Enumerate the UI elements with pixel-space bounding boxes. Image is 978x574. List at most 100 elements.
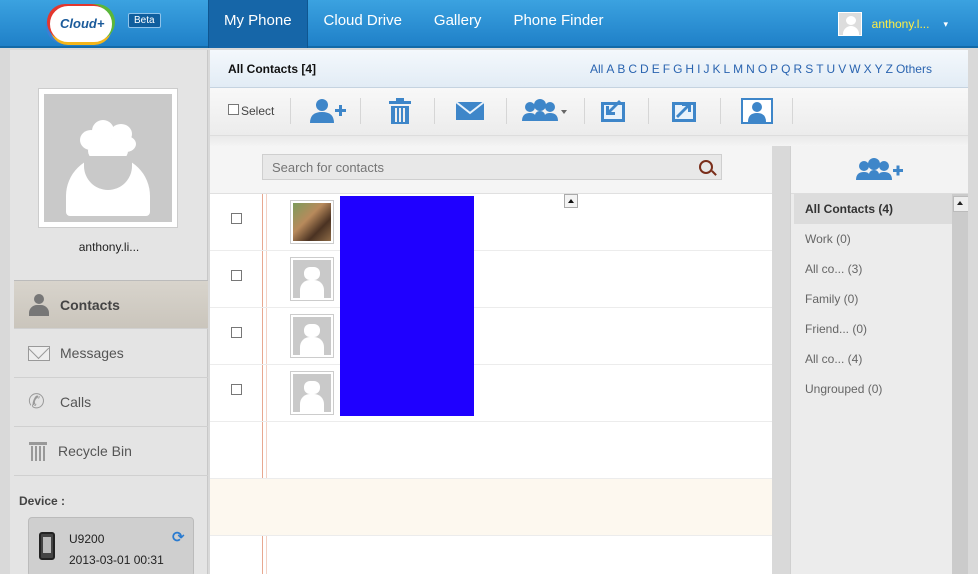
alpha-filter-n[interactable]: N [746,62,755,76]
sidebar-item-contacts[interactable]: Contacts [14,280,208,329]
groups-scrollbar[interactable] [952,194,969,574]
beta-badge: Beta [128,13,161,28]
profile-picture[interactable] [38,88,178,228]
alpha-filter-h[interactable]: H [685,62,694,76]
alpha-filter-c[interactable]: C [628,62,637,76]
row-checkbox[interactable] [231,384,242,395]
messages-icon [28,345,50,361]
sync-icon[interactable]: ⟳ [172,528,185,546]
row-checkbox[interactable] [231,213,242,224]
scroll-up-button[interactable] [564,194,578,208]
alpha-filter-p[interactable]: P [770,62,778,76]
nav-phone-finder[interactable]: Phone Finder [497,0,619,48]
alpha-filter-l[interactable]: L [723,62,730,76]
select-all[interactable]: Select [228,103,274,118]
alpha-filter-all[interactable]: All [590,62,603,76]
table-row[interactable] [210,194,772,251]
alpha-filter-q[interactable]: Q [781,62,790,76]
search-area [210,146,772,194]
contacts-icon [28,293,50,316]
alpha-filter-s[interactable]: S [805,62,813,76]
alpha-filter-e[interactable]: E [652,62,660,76]
table-row[interactable] [210,308,772,365]
group-item[interactable]: Work (0) [794,224,952,254]
alpha-filter-d[interactable]: D [640,62,649,76]
add-group-icon [856,157,903,180]
alpha-filter-x[interactable]: X [864,62,872,76]
contact-photo [290,200,334,244]
alpha-filter-i[interactable]: I [697,62,700,76]
alpha-filter-m[interactable]: M [733,62,743,76]
alpha-filter-others[interactable]: Others [896,62,932,76]
main-nav: My Phone Cloud Drive Gallery Phone Finde… [208,0,620,48]
alpha-filter-o[interactable]: O [758,62,767,76]
contacts-list [210,194,772,574]
alpha-filter-z[interactable]: Z [886,62,893,76]
alpha-filter-r[interactable]: R [794,62,803,76]
alpha-filter-v[interactable]: V [838,62,846,76]
alpha-filter-w[interactable]: W [849,62,860,76]
group-item[interactable]: Family (0) [794,284,952,314]
side-menu: Contacts Messages ✆ Calls Recycle Bin [14,280,208,476]
select-all-checkbox[interactable] [228,103,239,115]
device-model: U9200 [69,532,105,546]
group-item[interactable]: All Contacts (4) [794,194,952,224]
chevron-down-icon[interactable]: ▾ [943,19,948,30]
user-name[interactable]: anthony.l... [872,17,930,31]
alpha-filter-t[interactable]: T [816,62,823,76]
nav-my-phone[interactable]: My Phone [208,0,308,48]
nav-gallery[interactable]: Gallery [418,0,498,48]
default-avatar-icon [293,317,331,355]
alpha-filter-j[interactable]: J [703,62,709,76]
nav-cloud-drive[interactable]: Cloud Drive [308,0,418,48]
contact-avatar [290,314,334,358]
alpha-filter-y[interactable]: Y [875,62,883,76]
search-box[interactable] [262,154,722,180]
empty-row [210,422,772,479]
group-item[interactable]: All co... (3) [794,254,952,284]
alphabet-filter: All A B C D E F G H I J K L M N O P Q R S T U V W X Y Z Others [590,62,935,76]
delete-button[interactable] [382,96,418,126]
sidebar-item-recycle-bin[interactable]: Recycle Bin [14,427,208,476]
cloud-plus-logo[interactable]: Cloud+ [50,4,112,44]
sidebar-item-messages[interactable]: Messages [14,329,208,378]
import-button[interactable] [598,96,628,126]
device-card[interactable]: U9200 2013-03-01 00:31 ⟳ [28,517,194,574]
default-avatar-icon [293,260,331,298]
alpha-filter-u[interactable]: U [827,62,836,76]
sidebar-item-label: Contacts [60,296,120,313]
add-contact-button[interactable] [306,96,350,126]
search-input[interactable] [263,155,683,179]
groups-panel: All Contacts (4) Work (0) All co... (3) … [790,146,969,574]
alpha-filter-g[interactable]: G [673,62,682,76]
alpha-filter-f[interactable]: F [663,62,670,76]
table-row[interactable] [210,251,772,308]
group-item[interactable]: All co... (4) [794,344,952,374]
device-label: Device : [19,494,66,508]
alpha-filter-k[interactable]: K [712,62,720,76]
export-button[interactable] [669,96,699,126]
toolbar-divider [210,136,968,146]
table-row[interactable] [210,365,772,422]
alpha-filter-b[interactable]: B [617,62,625,76]
contact-card-button[interactable] [740,96,774,126]
recycle-bin-icon [28,440,48,462]
contact-avatar [290,257,334,301]
import-icon [601,100,625,122]
empty-row [210,479,772,536]
group-icon [522,99,567,121]
sidebar-item-calls[interactable]: ✆ Calls [14,378,208,427]
search-icon[interactable] [699,160,713,174]
row-checkbox[interactable] [231,327,242,338]
add-group-button[interactable] [791,146,969,194]
group-menu-button[interactable] [520,96,570,126]
profile-name: anthony.li... [78,240,140,254]
alpha-filter-a[interactable]: A [606,62,614,76]
group-item[interactable]: Friend... (0) [794,314,952,344]
group-item[interactable]: Ungrouped (0) [794,374,952,404]
empty-row [210,536,772,574]
logo-text: Cloud+ [60,16,105,31]
user-menu[interactable]: anthony.l... ▾ [837,12,948,36]
send-message-button[interactable] [452,96,488,126]
row-checkbox[interactable] [231,270,242,281]
